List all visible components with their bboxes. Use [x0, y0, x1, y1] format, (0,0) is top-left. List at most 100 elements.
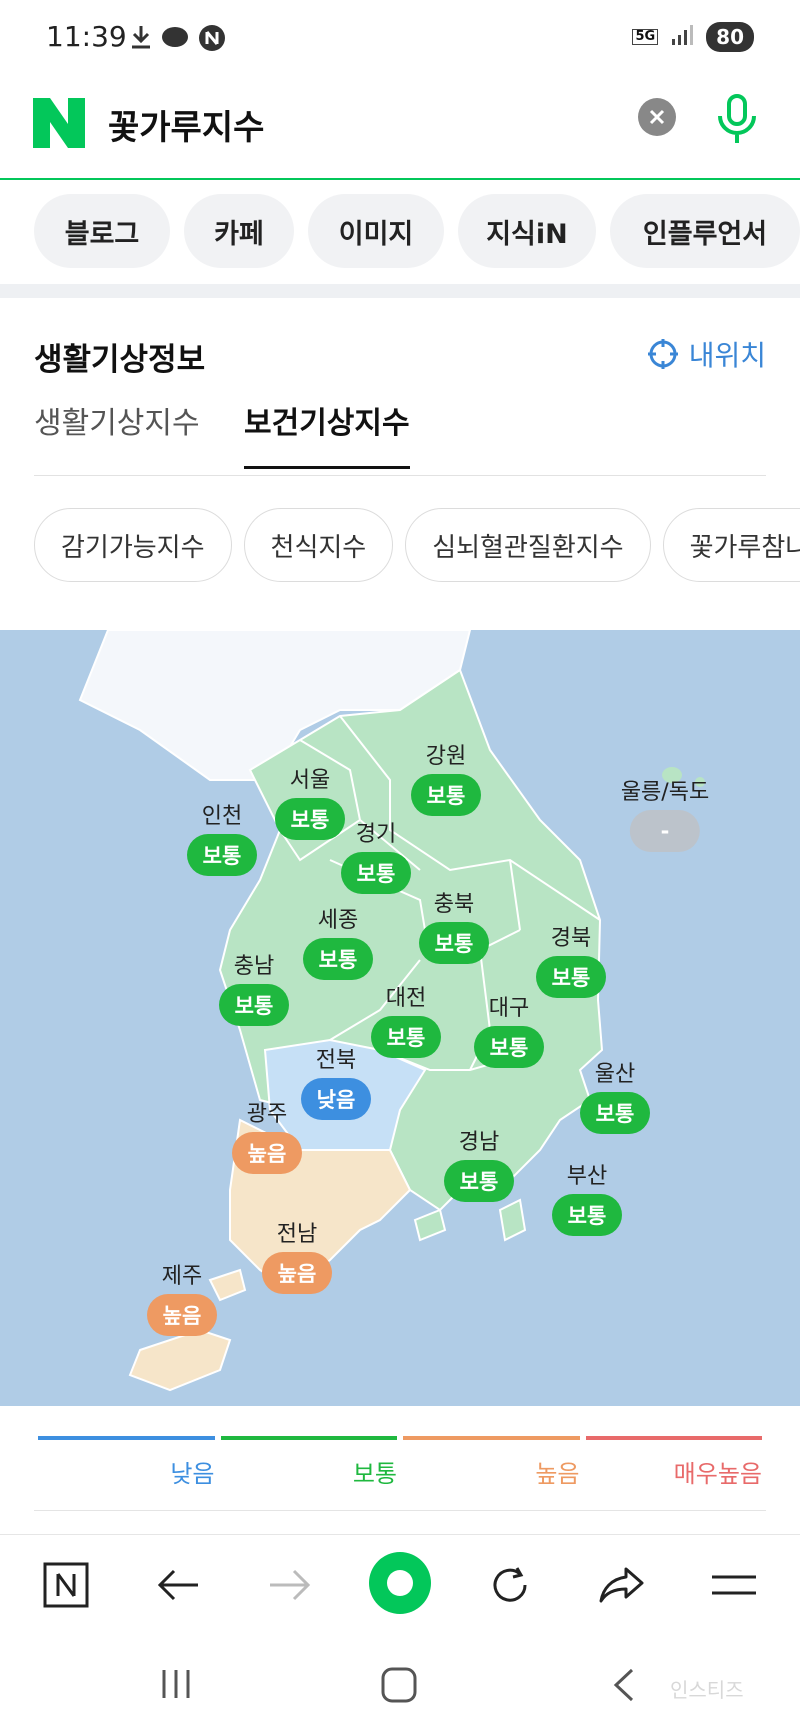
chip-cardio-index[interactable]: 심뇌혈관질환지수 [405, 508, 651, 582]
signal-icon [670, 23, 694, 51]
health-index-chips: 감기가능지수 천식지수 심뇌혈관질환지수 꽃가루참나 [34, 508, 800, 582]
voice-search-button[interactable] [712, 92, 762, 152]
region-chungbuk[interactable]: 충북 보통 [419, 886, 489, 964]
my-location-label: 내위치 [688, 339, 766, 372]
status-badge: 보통 [219, 984, 289, 1026]
naver-logo[interactable] [33, 98, 85, 152]
share-arrow-icon [599, 1567, 644, 1603]
status-time: 11:39 [46, 20, 127, 53]
chip-cafe[interactable]: 카페 [184, 194, 294, 268]
menu-button[interactable] [704, 1555, 764, 1615]
region-daegu[interactable]: 대구 보통 [474, 990, 544, 1068]
region-busan[interactable]: 부산 보통 [552, 1158, 622, 1236]
region-incheon[interactable]: 인천 보통 [187, 798, 257, 876]
home-square-icon [381, 1667, 417, 1703]
region-seoul[interactable]: 서울 보통 [275, 762, 345, 840]
region-gyeongnam[interactable]: 경남 보통 [444, 1124, 514, 1202]
share-button[interactable] [592, 1555, 652, 1615]
region-sejong[interactable]: 세종 보통 [303, 902, 373, 980]
mic-icon [718, 94, 756, 143]
chip-knowledge[interactable]: 지식iN [458, 194, 596, 268]
network-5g-icon: 5G [632, 29, 659, 45]
status-badge: 보통 [474, 1026, 544, 1068]
refresh-icon [493, 1567, 527, 1602]
hamburger-menu-icon [712, 1575, 756, 1595]
region-gyeonggi[interactable]: 경기 보통 [341, 816, 411, 894]
home-button[interactable] [380, 1666, 418, 1708]
map-legend: 낮음 보통 높음 매우높음 [38, 1436, 762, 1510]
status-badge: 높음 [262, 1252, 332, 1294]
region-gwangju[interactable]: 광주 높음 [232, 1096, 302, 1174]
status-badge: 높음 [147, 1294, 217, 1336]
battery-indicator: 80 [706, 22, 754, 52]
index-tabs: 생활기상지수 보건기상지수 [34, 394, 766, 476]
chip-image[interactable]: 이미지 [308, 194, 444, 268]
naver-badge-icon [198, 24, 226, 56]
region-ulsan[interactable]: 울산 보통 [580, 1056, 650, 1134]
status-badge: 보통 [371, 1016, 441, 1058]
tab-health-weather[interactable]: 보건기상지수 [244, 398, 410, 469]
status-badge: 보통 [536, 956, 606, 998]
chip-asthma-index[interactable]: 천식지수 [243, 508, 394, 582]
status-badge: 보통 [303, 938, 373, 980]
arrow-right-icon [270, 1569, 311, 1601]
download-icon [130, 24, 152, 54]
watermark: 인스티즈 [670, 1678, 744, 1702]
close-icon [649, 109, 665, 125]
region-daejeon[interactable]: 대전 보통 [371, 980, 441, 1058]
recent-apps-button[interactable] [158, 1666, 194, 1706]
section-divider [0, 284, 800, 298]
chip-pollen-oak[interactable]: 꽃가루참나 [662, 508, 800, 582]
crosshair-icon [647, 339, 678, 369]
forward-button[interactable] [260, 1555, 320, 1615]
region-ulleung-dokdo[interactable]: 울릉/독도 - [621, 774, 709, 852]
status-badge: 보통 [275, 798, 345, 840]
region-chungnam[interactable]: 충남 보통 [219, 948, 289, 1026]
region-gyeongbuk[interactable]: 경북 보통 [536, 920, 606, 998]
legend-very-high: 매우높음 [585, 1436, 762, 1510]
my-location-button[interactable]: 내위치 [647, 334, 766, 374]
chevron-left-icon [613, 1668, 634, 1702]
naver-home-button[interactable] [36, 1555, 96, 1615]
arrow-left-icon [157, 1569, 198, 1601]
status-badge: 보통 [411, 774, 481, 816]
region-jeju[interactable]: 제주 높음 [147, 1258, 217, 1336]
naver-n-icon [43, 1562, 89, 1608]
region-jeonnam[interactable]: 전남 높음 [262, 1216, 332, 1294]
chip-influencer[interactable]: 인플루언서 [610, 194, 800, 268]
recent-apps-icon [162, 1670, 190, 1698]
status-badge: - [630, 810, 700, 852]
search-header: 꽃가루지수 [0, 84, 800, 180]
korea-map: 강원 보통 서울 보통 인천 보통 경기 보통 울릉/독도 - 충북 보통 세종… [0, 630, 800, 1406]
refresh-button[interactable] [480, 1555, 540, 1615]
search-query[interactable]: 꽃가루지수 [108, 100, 264, 149]
legend-high: 높음 [403, 1436, 580, 1510]
region-jeonbuk[interactable]: 전북 낮음 [301, 1042, 371, 1120]
region-gangwon[interactable]: 강원 보통 [411, 738, 481, 816]
back-button[interactable] [148, 1555, 208, 1615]
category-chips: 블로그 카페 이미지 지식iN 인플루언서 [34, 194, 800, 268]
browser-toolbar [0, 1534, 800, 1634]
section-title: 생활기상정보 [34, 342, 206, 378]
green-dot-button[interactable] [366, 1549, 434, 1617]
cloud-icon [160, 24, 190, 54]
legend-divider [34, 1510, 766, 1511]
status-badge: 보통 [341, 852, 411, 894]
status-badge: 보통 [552, 1194, 622, 1236]
tab-living-weather[interactable]: 생활기상지수 [34, 398, 200, 442]
status-badge: 낮음 [301, 1078, 371, 1120]
legend-normal: 보통 [220, 1436, 397, 1510]
legend-low: 낮음 [38, 1436, 215, 1510]
status-badge: 높음 [232, 1132, 302, 1174]
status-bar: 11:39 5G 80 [0, 0, 800, 72]
status-badge: 보통 [580, 1092, 650, 1134]
system-nav-bar: 인스티즈 [0, 1640, 800, 1734]
status-badge: 보통 [419, 922, 489, 964]
chip-blog[interactable]: 블로그 [34, 194, 170, 268]
clear-search-button[interactable] [638, 98, 676, 136]
status-badge: 보통 [444, 1160, 514, 1202]
green-dot-icon [369, 1552, 431, 1614]
status-badge: 보통 [187, 834, 257, 876]
system-back-button[interactable] [610, 1666, 636, 1708]
chip-cold-index[interactable]: 감기가능지수 [34, 508, 232, 582]
